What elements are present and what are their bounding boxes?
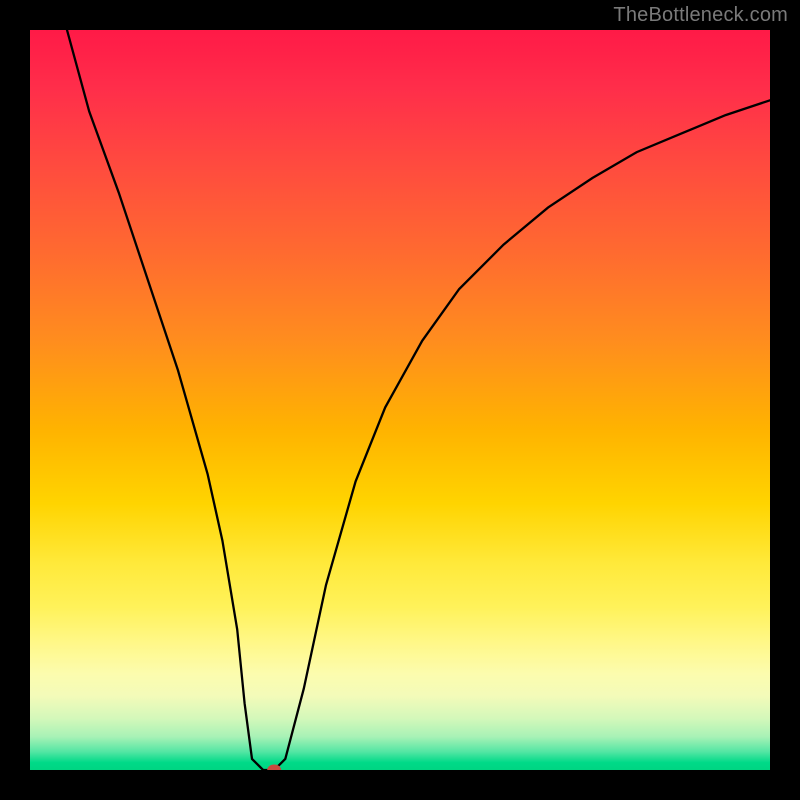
chart-svg: [30, 30, 770, 770]
plot-area: [30, 30, 770, 770]
watermark-text: TheBottleneck.com: [613, 4, 788, 27]
curve-path: [67, 30, 770, 770]
chart-frame: TheBottleneck.com: [0, 0, 800, 800]
